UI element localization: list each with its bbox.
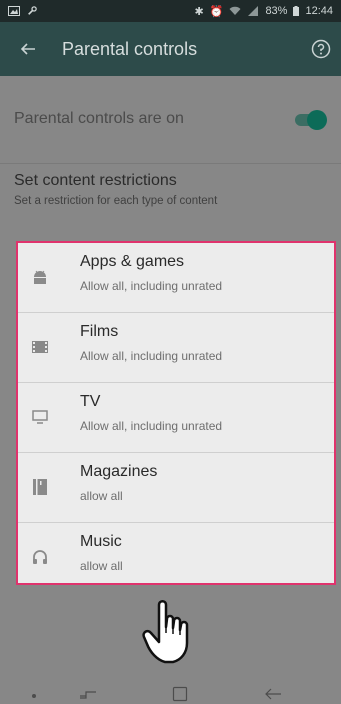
alarm-icon: ⏰ [209,5,224,18]
navigation-bar [0,686,341,704]
back-button[interactable] [8,22,48,76]
magazine-icon [30,477,50,497]
signal-icon [248,6,259,16]
content-restrictions-list: Apps & games Allow all, including unrate… [16,241,336,585]
list-item-magazines[interactable]: Magazines allow all [18,453,334,523]
item-subtitle: Allow all, including unrated [80,419,223,433]
film-icon [30,337,50,357]
status-left [8,6,38,16]
tv-icon [30,407,50,427]
switch-knob [307,110,327,130]
status-right: ✱ ⏰ 83% 12:44 [195,5,333,18]
home-button[interactable] [172,686,188,702]
app-bar: Parental controls [0,22,341,76]
battery-percent: 83% [265,5,288,17]
restrictions-title: Set content restrictions [14,172,177,189]
item-title: Music [80,533,122,550]
nav-back-button[interactable] [264,687,282,701]
item-subtitle: Allow all, including unrated [80,349,223,363]
status-bar: ✱ ⏰ 83% 12:44 [0,0,341,22]
item-subtitle: allow all [80,489,123,503]
wifi-icon [229,6,241,15]
item-subtitle: allow all [80,559,123,573]
wrench-icon [28,6,37,15]
arrow-left-icon [20,43,35,55]
image-icon [8,6,20,16]
help-icon [311,39,331,59]
status-time: 12:44 [305,5,333,17]
android-icon [30,267,50,287]
bluetooth-icon: ✱ [194,5,204,18]
list-item-apps-games[interactable]: Apps & games Allow all, including unrate… [18,243,334,313]
list-item-tv[interactable]: TV Allow all, including unrated [18,383,334,453]
headphones-icon [30,547,50,567]
item-subtitle: Allow all, including unrated [80,279,223,293]
item-title: Films [80,323,119,340]
toggle-label: Parental controls are on [14,110,184,127]
list-item-films[interactable]: Films Allow all, including unrated [18,313,334,383]
recent-apps-button[interactable] [78,686,98,702]
item-title: TV [80,393,101,410]
dot-icon [32,694,36,698]
battery-icon [293,6,300,16]
help-button[interactable] [309,37,333,61]
page-title: Parental controls [62,38,198,59]
list-item-music[interactable]: Music allow all [18,523,334,593]
item-title: Apps & games [80,253,185,270]
restrictions-subtitle: Set a restriction for each type of conte… [14,195,218,207]
parental-controls-switch[interactable] [295,110,327,130]
pointer-hand-icon [142,600,189,664]
parental-controls-toggle-row[interactable]: Parental controls are on [0,76,341,164]
item-title: Magazines [80,463,158,480]
